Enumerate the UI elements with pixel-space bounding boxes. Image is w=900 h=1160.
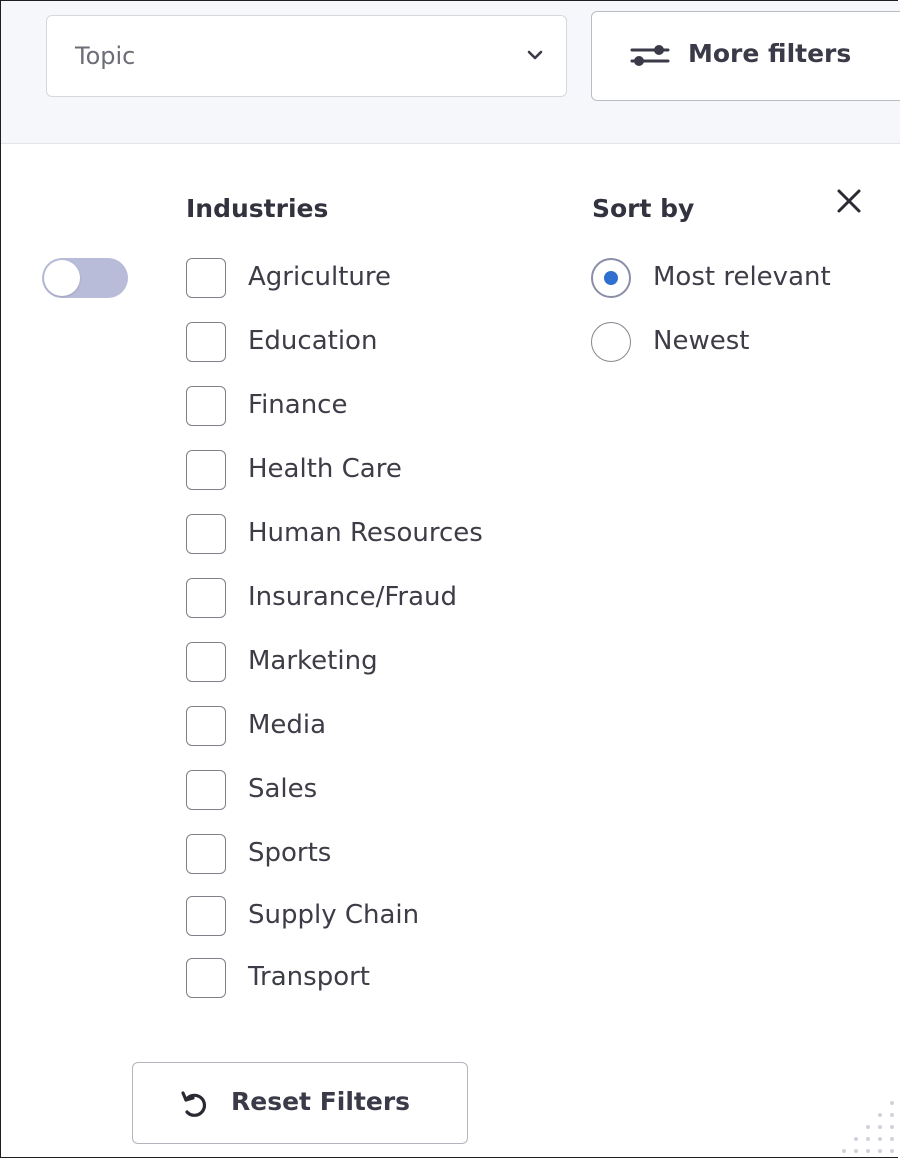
toggle-switch[interactable] bbox=[42, 258, 128, 298]
topic-select-value: Topic bbox=[75, 42, 136, 70]
radio-button[interactable] bbox=[591, 322, 631, 362]
sort-option-label: Newest bbox=[653, 326, 750, 356]
checkbox[interactable] bbox=[186, 706, 226, 746]
industry-label: Sales bbox=[248, 774, 318, 804]
checkbox[interactable] bbox=[186, 578, 226, 618]
more-filters-button[interactable]: More filters bbox=[591, 11, 900, 101]
sort-by-title: Sort by bbox=[592, 194, 695, 223]
checkbox[interactable] bbox=[186, 386, 226, 426]
filter-panel-frame bbox=[0, 0, 898, 1158]
chevron-down-icon bbox=[527, 50, 543, 60]
reset-icon bbox=[181, 1091, 207, 1117]
checkbox[interactable] bbox=[186, 896, 226, 936]
close-icon[interactable] bbox=[836, 188, 862, 214]
checkbox[interactable] bbox=[186, 514, 226, 554]
checkbox[interactable] bbox=[186, 834, 226, 874]
industry-label: Finance bbox=[248, 390, 348, 420]
checkbox[interactable] bbox=[186, 958, 226, 998]
industries-title: Industries bbox=[186, 194, 329, 223]
reset-filters-label: Reset Filters bbox=[231, 1087, 411, 1116]
industry-label: Human Resources bbox=[248, 518, 483, 548]
industry-label: Insurance/Fraud bbox=[248, 582, 457, 612]
reset-filters-button[interactable]: Reset Filters bbox=[132, 1062, 468, 1144]
industry-label: Agriculture bbox=[248, 262, 391, 292]
radio-button[interactable] bbox=[591, 258, 631, 298]
industry-label: Supply Chain bbox=[248, 900, 420, 930]
checkbox[interactable] bbox=[186, 450, 226, 490]
checkbox[interactable] bbox=[186, 642, 226, 682]
sliders-icon bbox=[630, 45, 670, 66]
industry-label: Health Care bbox=[248, 454, 402, 484]
checkbox[interactable] bbox=[186, 770, 226, 810]
filter-bar: Topic More filters bbox=[1, 1, 900, 144]
checkbox[interactable] bbox=[186, 322, 226, 362]
more-filters-label: More filters bbox=[688, 39, 852, 68]
industry-label: Transport bbox=[248, 962, 371, 992]
industry-label: Marketing bbox=[248, 646, 378, 676]
sort-option-label: Most relevant bbox=[653, 262, 831, 292]
industry-label: Education bbox=[248, 326, 378, 356]
toggle-knob bbox=[44, 260, 80, 296]
industry-label: Media bbox=[248, 710, 327, 740]
decorative-dots bbox=[842, 1101, 894, 1153]
topic-select[interactable]: Topic bbox=[46, 15, 567, 97]
checkbox[interactable] bbox=[186, 258, 226, 298]
industry-label: Sports bbox=[248, 838, 332, 868]
